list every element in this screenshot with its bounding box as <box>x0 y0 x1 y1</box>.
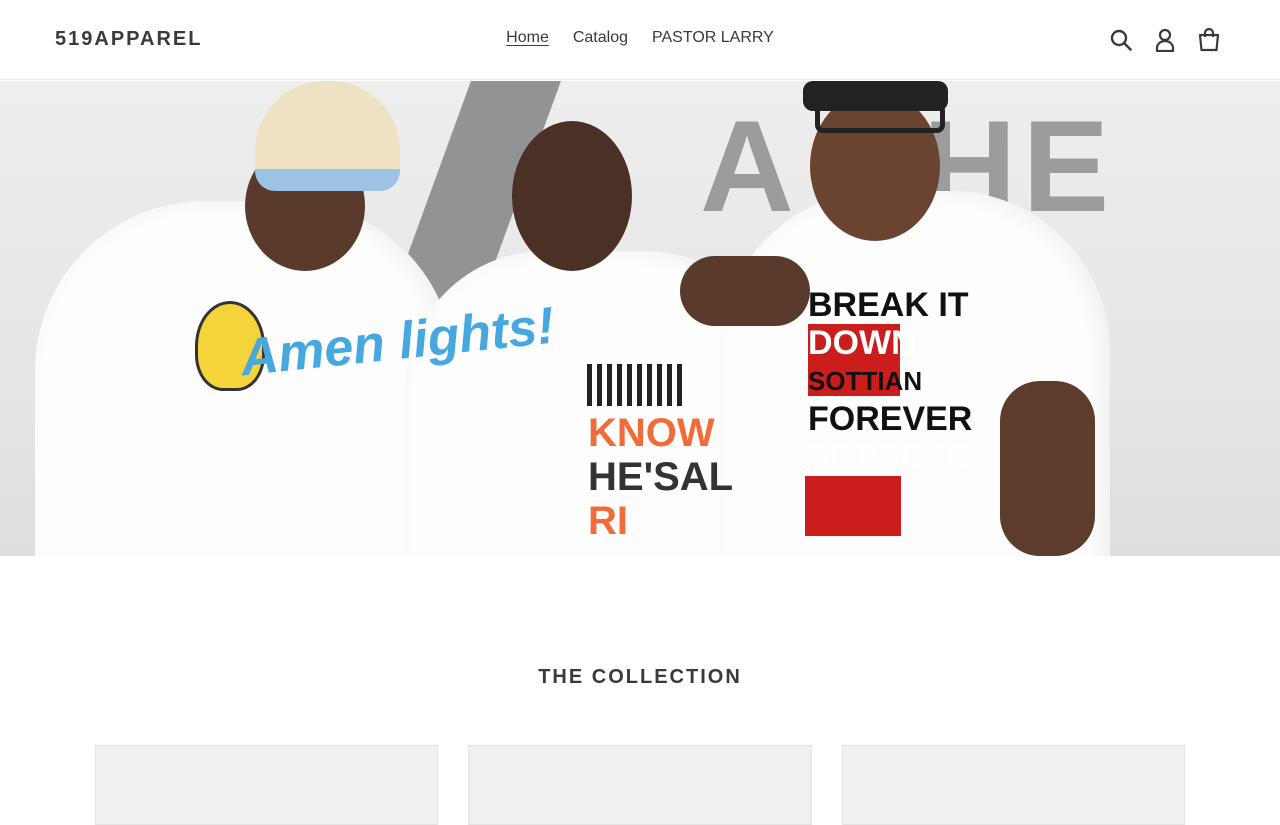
glasses <box>815 103 945 133</box>
nav-item-catalog[interactable]: Catalog <box>561 29 640 47</box>
collection-title: THE COLLECTION <box>538 666 742 688</box>
print-line: SOTTIAN <box>808 366 923 396</box>
print-line: RI <box>588 499 628 543</box>
cart-icon[interactable] <box>1194 25 1224 55</box>
print-line: DOWN <box>808 324 916 362</box>
print-line: HE'SAL <box>588 455 734 499</box>
model-center-head <box>512 121 632 271</box>
store-logo[interactable]: 519APPAREL <box>55 28 202 51</box>
print-line: BREAK IT <box>808 286 969 324</box>
print-red-block <box>805 476 901 536</box>
print-line: KNOW <box>588 411 715 455</box>
collection-card[interactable] <box>468 745 812 825</box>
model-right-forearm <box>1000 381 1095 556</box>
search-icon[interactable] <box>1106 25 1136 55</box>
collection-card[interactable] <box>95 745 438 825</box>
know-hes-alright-print: KNOW HE'SAL RI <box>588 371 733 543</box>
print-line: FOREVER <box>808 400 973 438</box>
print-line: BE BROKE <box>808 440 967 473</box>
lakers-cap <box>255 81 400 191</box>
model-right-arm <box>680 256 810 326</box>
account-icon[interactable] <box>1150 25 1180 55</box>
break-it-down-print: BREAK IT DOWN SOTTIAN FOREVER BE BROKE <box>808 286 972 476</box>
site-header: 519APPAREL Home Catalog PASTOR LARRY <box>0 0 1280 80</box>
hero-banner: A THE Amen lights! KNOW HE'SAL RI BREAK … <box>0 81 1280 556</box>
header-icons <box>1092 25 1224 55</box>
nav-item-pastor-larry[interactable]: PASTOR LARRY <box>640 29 786 47</box>
nav-item-home[interactable]: Home <box>494 29 561 47</box>
collection-card[interactable] <box>842 745 1185 825</box>
